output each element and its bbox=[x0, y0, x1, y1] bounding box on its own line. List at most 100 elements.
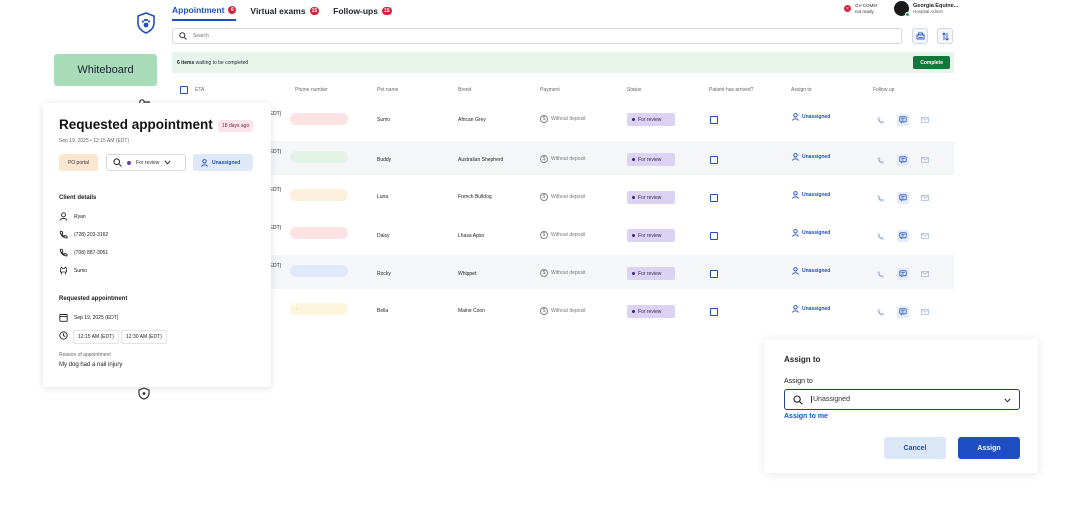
phone-pill bbox=[290, 113, 348, 125]
status-select-value: For review bbox=[136, 159, 160, 166]
assign-link[interactable]: Unassigned bbox=[792, 305, 830, 313]
card-title: Requested appointment bbox=[59, 117, 213, 132]
table-row[interactable]: (EDT) Rocky Whippet $ Without deposit For… bbox=[172, 255, 954, 289]
assign-to-me-link[interactable]: Assign to me bbox=[784, 413, 828, 420]
status-badge[interactable]: For review bbox=[627, 191, 675, 204]
print-button[interactable] bbox=[912, 28, 928, 44]
sort-button[interactable] bbox=[937, 28, 953, 44]
status-dot bbox=[127, 160, 131, 165]
arrived-checkbox[interactable] bbox=[710, 270, 718, 278]
payment-cell: $ Without deposit bbox=[540, 155, 585, 163]
status-badge[interactable]: For review bbox=[627, 113, 675, 126]
status-badge[interactable]: For review bbox=[627, 153, 675, 166]
email-button[interactable] bbox=[919, 268, 931, 280]
email-button[interactable] bbox=[919, 306, 931, 318]
email-button[interactable] bbox=[919, 114, 931, 126]
phone-icon bbox=[877, 309, 884, 316]
status-badge[interactable]: For review bbox=[627, 229, 675, 242]
chat-icon bbox=[899, 156, 907, 164]
arrived-checkbox[interactable] bbox=[710, 232, 718, 240]
time-start: 12:15 AM (EDT) bbox=[73, 330, 119, 344]
assign-label: Unassigned bbox=[802, 192, 831, 198]
paw-shield-logo-icon[interactable] bbox=[136, 12, 156, 34]
currency-icon: $ bbox=[540, 155, 548, 163]
payment-label: Without deposit bbox=[551, 308, 586, 314]
search-icon bbox=[179, 32, 187, 40]
arrived-checkbox[interactable] bbox=[710, 116, 718, 124]
complete-button[interactable]: Complete bbox=[913, 56, 950, 69]
person-icon bbox=[792, 267, 799, 275]
status-select[interactable]: For review bbox=[106, 154, 186, 171]
call-button[interactable] bbox=[874, 268, 886, 280]
status-label: For review bbox=[638, 156, 662, 163]
banner-text: 6 items waiting to be completed bbox=[177, 60, 248, 66]
tab-label: Appointment bbox=[172, 5, 225, 15]
time-end: 12:30 AM (EDT) bbox=[121, 330, 167, 344]
table-row[interactable]: (EDT) Luna French Bulldog $ Without depos… bbox=[172, 179, 954, 213]
status-badge[interactable]: For review bbox=[627, 305, 675, 318]
payment-cell: $ Without deposit bbox=[540, 231, 585, 239]
call-button[interactable] bbox=[874, 154, 886, 166]
phone-pill bbox=[290, 227, 348, 239]
table-row[interactable]: (EDT) Sumo African Grey $ Without deposit… bbox=[172, 103, 954, 137]
col-arrived: Patient has arrived? bbox=[709, 87, 754, 93]
assign-link[interactable]: Unassigned bbox=[792, 229, 830, 237]
card-datetime: Sep 19, 2025 • 12:15 AM (EDT) bbox=[59, 138, 130, 144]
call-button[interactable] bbox=[874, 306, 886, 318]
arrived-checkbox[interactable] bbox=[710, 156, 718, 164]
clock-icon bbox=[59, 331, 68, 340]
whiteboard-button[interactable]: Whiteboard bbox=[54, 54, 157, 86]
message-button[interactable] bbox=[897, 268, 909, 280]
call-button[interactable] bbox=[874, 230, 886, 242]
status-dot bbox=[632, 272, 635, 275]
phone-icon bbox=[59, 230, 68, 239]
assign-link[interactable]: Unassigned bbox=[792, 191, 830, 199]
person-icon bbox=[792, 191, 799, 199]
table-row[interactable]: - Bella Maine Coon $ Without deposit For … bbox=[172, 293, 954, 327]
message-button[interactable] bbox=[897, 154, 909, 166]
assignee-button[interactable]: Unassigned bbox=[193, 154, 253, 171]
assign-link[interactable]: Unassigned bbox=[792, 153, 830, 161]
search-input[interactable] bbox=[193, 33, 793, 39]
tab-appointment[interactable]: Appointment 6 bbox=[172, 1, 237, 21]
message-button[interactable] bbox=[897, 114, 909, 126]
message-button[interactable] bbox=[897, 192, 909, 204]
mail-icon bbox=[921, 233, 929, 239]
message-button[interactable] bbox=[897, 230, 909, 242]
client-phone1-row[interactable]: (728) 203-3162 bbox=[59, 230, 108, 239]
table-row[interactable]: (EDT) Buddy Australian Shepherd $ Without… bbox=[172, 141, 954, 175]
assign-link[interactable]: Unassigned bbox=[792, 113, 830, 121]
shield-icon[interactable] bbox=[138, 387, 152, 401]
call-button[interactable] bbox=[874, 114, 886, 126]
assign-label: Unassigned bbox=[802, 230, 831, 236]
assign-label: Unassigned bbox=[802, 154, 831, 160]
currency-icon: $ bbox=[540, 307, 548, 315]
select-all-checkbox[interactable] bbox=[180, 86, 188, 94]
table-row[interactable]: (EDT) Daisy Lhasa Apso $ Without deposit … bbox=[172, 217, 954, 251]
chevron-down-icon bbox=[164, 160, 171, 165]
email-button[interactable] bbox=[919, 154, 931, 166]
arrived-checkbox[interactable] bbox=[710, 194, 718, 202]
message-button[interactable] bbox=[897, 306, 909, 318]
email-button[interactable] bbox=[919, 230, 931, 242]
user-menu[interactable]: Georgia Equine... Hospital Admin bbox=[894, 1, 958, 17]
tab-virtual-exams[interactable]: Virtual exams 15 bbox=[250, 1, 320, 21]
call-button[interactable] bbox=[874, 192, 886, 204]
person-icon bbox=[59, 212, 68, 221]
arrived-checkbox[interactable] bbox=[710, 308, 718, 316]
search-bar[interactable] bbox=[172, 28, 902, 44]
email-button[interactable] bbox=[919, 192, 931, 204]
pet-cell: Luna bbox=[377, 194, 389, 200]
person-icon bbox=[201, 158, 208, 167]
assign-button[interactable]: Assign bbox=[958, 437, 1020, 459]
phone-status[interactable]: × GV-COMM not ready bbox=[844, 3, 877, 14]
phone-icon bbox=[877, 195, 884, 202]
reason-value: My dog had a nail injury bbox=[59, 362, 123, 368]
tab-follow-ups[interactable]: Follow-ups 15 bbox=[333, 1, 392, 21]
client-phone2-row[interactable]: (708) 887-3051 bbox=[59, 248, 108, 257]
assignee-select[interactable]: Unassigned bbox=[784, 389, 1020, 410]
status-badge[interactable]: For review bbox=[627, 267, 675, 280]
source-badge: PO portal bbox=[59, 154, 98, 171]
assign-link[interactable]: Unassigned bbox=[792, 267, 830, 275]
cancel-button[interactable]: Cancel bbox=[884, 437, 946, 459]
